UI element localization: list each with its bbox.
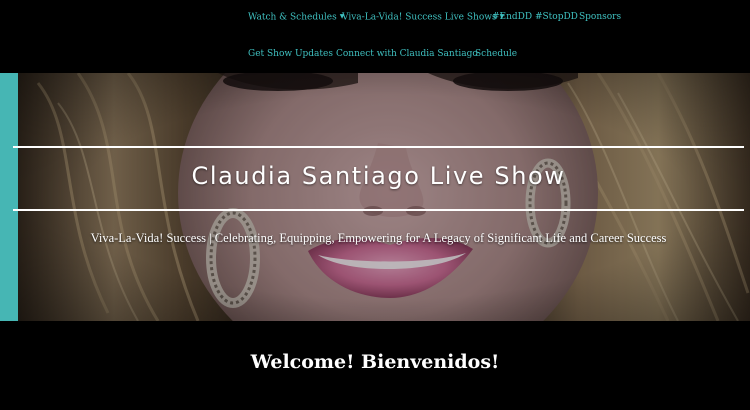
nav-item-label: #EndDD #StopDD (492, 12, 578, 22)
nav-get-show-updates[interactable]: Get Show Updates (248, 48, 333, 60)
nav-item-label: Viva-La-Vida! Success Live Shows (342, 12, 497, 23)
welcome-section: Welcome! Bienvenidos! (0, 321, 750, 410)
nav-schedule[interactable]: Schedule (475, 48, 517, 60)
top-navigation: Watch & Schedules ▼ Viva-La-Vida! Success… (0, 0, 750, 73)
nav-enddd-stopdd[interactable]: #EndDD #StopDD (492, 11, 578, 23)
hero-title: Claudia Santiago Live Show (191, 162, 566, 190)
hero-bottom-rule (13, 209, 744, 211)
hero-tagline: Viva-La-Vida! Success | Celebrating, Equ… (90, 231, 667, 245)
nav-connect-claudia[interactable]: Connect with Claudia Santiago (336, 48, 478, 60)
nav-item-label: Watch & Schedules (248, 12, 337, 23)
nav-item-label: Sponsors (579, 12, 622, 22)
nav-watch-schedules[interactable]: Watch & Schedules ▼ (248, 11, 344, 24)
hero-top-rule (13, 146, 744, 148)
welcome-heading: Welcome! Bienvenidos! (250, 351, 500, 373)
hero-overlay: Claudia Santiago Live Show Viva-La-Vida!… (0, 73, 750, 321)
nav-item-label: Schedule (475, 49, 518, 59)
hero-banner: Claudia Santiago Live Show Viva-La-Vida!… (0, 73, 750, 321)
nav-viva-la-vida-shows[interactable]: Viva-La-Vida! Success Live Shows ▼ (342, 11, 504, 24)
nav-item-label: Get Show Updates (248, 49, 333, 59)
nav-item-label: Connect with Claudia Santiago (336, 49, 478, 59)
nav-sponsors[interactable]: Sponsors (579, 11, 621, 23)
